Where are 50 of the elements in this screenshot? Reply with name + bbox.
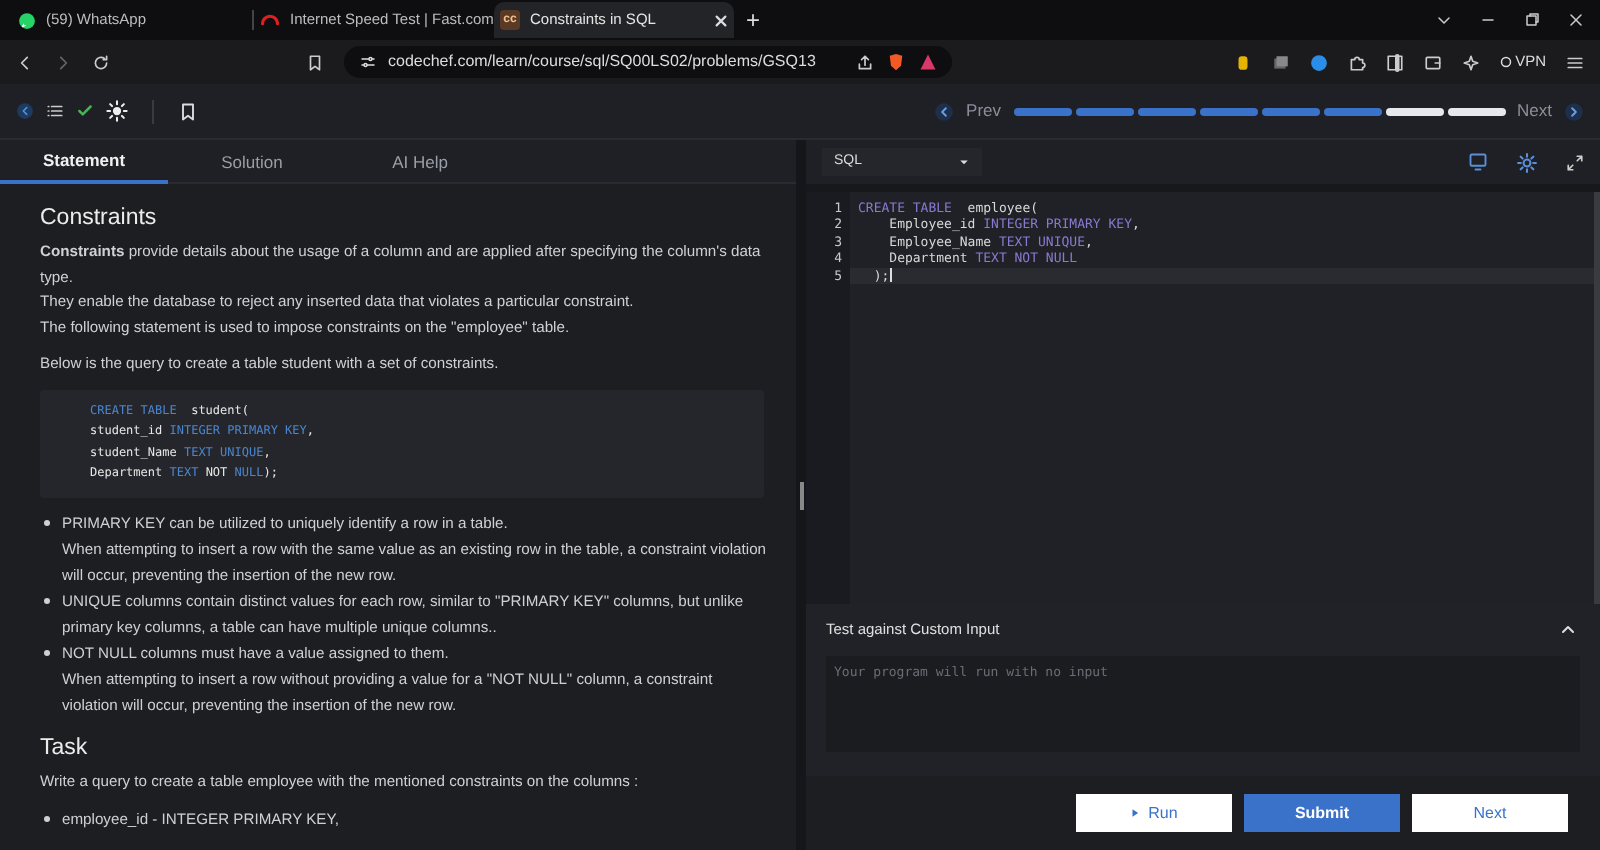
check-icon — [76, 102, 94, 120]
next-button[interactable]: Next — [1412, 794, 1568, 832]
panel-tab[interactable]: Solution — [168, 140, 336, 184]
panel-tab[interactable]: Statement — [0, 140, 168, 184]
sidebar-icon[interactable] — [1385, 53, 1404, 71]
settings-icon[interactable] — [1516, 151, 1538, 173]
reload-icon[interactable] — [92, 53, 110, 71]
section-heading: Task — [40, 733, 90, 761]
forward-icon[interactable] — [54, 53, 72, 71]
screen-icon[interactable] — [1468, 152, 1488, 172]
puzzle-icon[interactable] — [1347, 53, 1366, 71]
site-settings-icon[interactable] — [360, 54, 376, 70]
star-sparkle-icon[interactable] — [1461, 53, 1480, 71]
wallet-icon[interactable] — [1423, 53, 1442, 71]
list-icon[interactable] — [46, 102, 64, 120]
chat-bubble-icon — [18, 11, 36, 29]
chevron-down-icon[interactable] — [1436, 12, 1452, 28]
gauge-icon — [260, 10, 280, 30]
restore-icon[interactable] — [1524, 12, 1540, 28]
progress-segment[interactable] — [1385, 107, 1444, 115]
sun-icon[interactable] — [106, 100, 128, 122]
tabs-icon[interactable] — [1271, 53, 1290, 71]
share-icon[interactable] — [856, 53, 874, 71]
chevron-up-icon[interactable] — [1560, 621, 1576, 638]
triangle-icon[interactable] — [918, 52, 938, 72]
expand-icon[interactable] — [1566, 153, 1584, 171]
section-heading: Constraints — [40, 204, 159, 232]
resize-handle[interactable] — [799, 481, 803, 509]
prev-link[interactable]: Prev — [966, 98, 1002, 124]
close-icon[interactable] — [1568, 12, 1584, 28]
caret-icon — [958, 156, 970, 168]
submit-button[interactable]: Submit — [1244, 794, 1400, 832]
text-cursor — [889, 268, 892, 283]
back-icon[interactable] — [16, 53, 34, 71]
close-icon[interactable] — [714, 13, 728, 27]
bookmark-icon[interactable] — [306, 53, 324, 71]
run-button[interactable]: Run — [1076, 794, 1232, 832]
progress-segment[interactable] — [1447, 107, 1506, 115]
lion-shield-icon[interactable] — [886, 52, 906, 72]
bookmark-icon[interactable] — [178, 101, 198, 121]
circle-extension-icon[interactable] — [1309, 53, 1328, 71]
panel-tab[interactable]: AI Help — [336, 140, 504, 184]
extension-icon[interactable] — [1233, 53, 1252, 71]
address-bar[interactable]: codechef.com/learn/course/sql/SQ00LS02/problems/GSQ13 — [344, 46, 848, 78]
next-link[interactable]: Next — [1517, 98, 1552, 124]
collapse-icon[interactable] — [16, 102, 34, 120]
play-icon — [1130, 808, 1141, 818]
new-tab-button[interactable]: + — [746, 8, 761, 32]
menu-icon[interactable] — [1566, 53, 1584, 71]
globe-icon — [1499, 56, 1512, 68]
